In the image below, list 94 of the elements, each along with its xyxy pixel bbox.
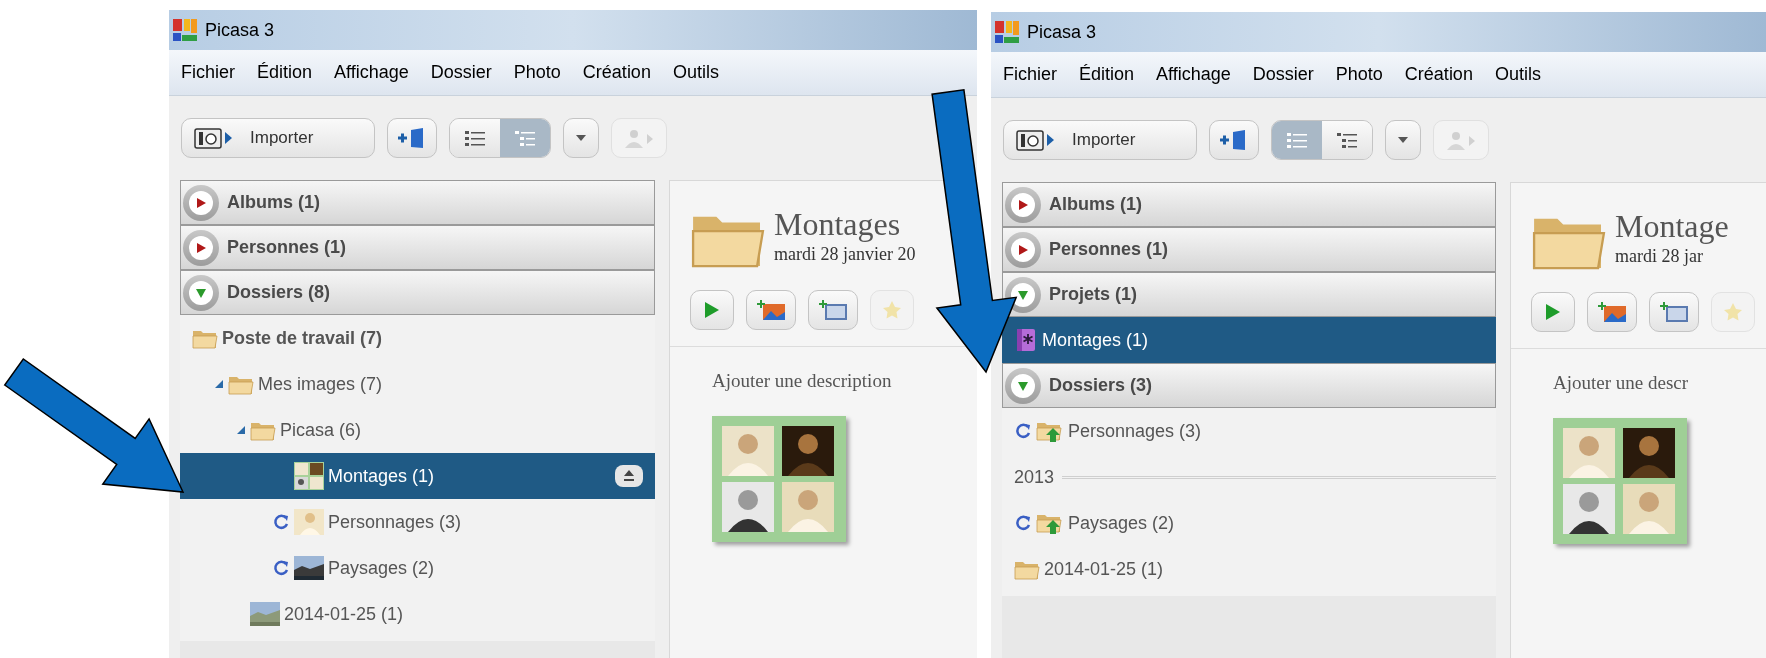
menu-item[interactable]: Dossier bbox=[430, 59, 492, 86]
folder-date: mardi 28 janvier 20 bbox=[774, 242, 916, 266]
add-movie-button[interactable] bbox=[808, 289, 858, 330]
folder-tree-item[interactable]: Mes images (7) bbox=[180, 361, 655, 407]
folder-tree-item[interactable]: 2014-01-25 (1) bbox=[180, 591, 655, 637]
tree-list-icon bbox=[514, 129, 536, 147]
caret-icon bbox=[575, 134, 587, 142]
add-movie-icon bbox=[819, 299, 847, 320]
add-movie-icon bbox=[1660, 301, 1688, 322]
add-album-button[interactable] bbox=[387, 118, 437, 158]
add-photo-icon bbox=[1598, 301, 1626, 322]
dropdown-button[interactable] bbox=[563, 118, 599, 158]
section-label: Albums (1) bbox=[1049, 193, 1142, 216]
folder-tree-item[interactable]: Personnages (3) bbox=[1002, 408, 1496, 454]
description-placeholder[interactable]: Ajouter une descr bbox=[1553, 369, 1766, 398]
menu-item[interactable]: Création bbox=[582, 59, 651, 86]
section-label: Personnes (1) bbox=[227, 236, 347, 259]
upload-button[interactable] bbox=[615, 465, 643, 487]
menu-item[interactable]: Édition bbox=[257, 59, 313, 86]
menu-item[interactable]: Photo bbox=[1335, 61, 1383, 88]
add-album-button[interactable] bbox=[1209, 120, 1259, 160]
eject-icon bbox=[622, 469, 636, 483]
menu-item[interactable]: Édition bbox=[1079, 61, 1135, 88]
section-label: Dossiers (8) bbox=[227, 281, 331, 304]
star-button[interactable] bbox=[1711, 291, 1755, 332]
expand-down-icon bbox=[1005, 276, 1041, 313]
expand-down-icon bbox=[1005, 367, 1041, 404]
folder-tree-item[interactable]: 2014-01-25 (1) bbox=[1002, 546, 1496, 592]
camera-icon bbox=[194, 126, 234, 150]
folder-tree-item[interactable]: Montages (1) bbox=[180, 453, 655, 499]
section-header[interactable]: Albums (1) bbox=[1002, 182, 1496, 227]
play-icon bbox=[704, 300, 720, 319]
list-view-button[interactable] bbox=[450, 119, 500, 157]
play-icon bbox=[1545, 302, 1561, 321]
folder-tree-item[interactable]: Montages (1) bbox=[1002, 317, 1496, 363]
folder-tree-item[interactable]: Picasa (6) bbox=[180, 407, 655, 453]
section-label: Personnes (1) bbox=[1049, 238, 1169, 261]
add-photo-icon bbox=[757, 299, 785, 320]
expand-right-icon bbox=[183, 184, 219, 221]
folder-tree-item[interactable]: Paysages (2) bbox=[180, 545, 655, 591]
window-title: Picasa 3 bbox=[1027, 20, 1097, 44]
year-label: 2013 bbox=[1014, 465, 1055, 489]
section-header[interactable]: Dossiers (8) bbox=[180, 270, 655, 315]
app-logo-icon bbox=[995, 21, 1019, 43]
menu-item[interactable]: Affichage bbox=[334, 59, 409, 86]
caret-icon bbox=[1397, 136, 1409, 144]
menu-item[interactable]: Fichier bbox=[181, 59, 235, 86]
folder-tree-item[interactable]: Paysages (2) bbox=[1002, 500, 1496, 546]
slideshow-button[interactable] bbox=[690, 289, 734, 330]
import-button[interactable]: Importer bbox=[181, 118, 375, 158]
section-header[interactable]: Projets (1) bbox=[1002, 272, 1496, 317]
menu-item[interactable]: Affichage bbox=[1156, 61, 1231, 88]
menu-item[interactable]: Dossier bbox=[1252, 61, 1314, 88]
app-logo-icon bbox=[173, 19, 197, 41]
folder-date: mardi 28 jar bbox=[1615, 244, 1704, 268]
camera-icon bbox=[1016, 128, 1056, 152]
section-header[interactable]: Personnes (1) bbox=[180, 225, 655, 270]
tree-view-button[interactable] bbox=[1322, 121, 1372, 159]
section-header[interactable]: Dossiers (3) bbox=[1002, 363, 1496, 408]
tree-list-icon bbox=[1336, 131, 1358, 149]
slideshow-button[interactable] bbox=[1531, 291, 1575, 332]
section-label: Projets (1) bbox=[1049, 283, 1138, 306]
menu-item[interactable]: Outils bbox=[1494, 61, 1541, 88]
folder-title: Montages bbox=[774, 206, 902, 241]
description-placeholder[interactable]: Ajouter une description bbox=[712, 367, 977, 396]
add-movie-button[interactable] bbox=[1649, 291, 1699, 332]
expanded-triangle-icon[interactable] bbox=[214, 379, 224, 389]
menu-item[interactable]: Fichier bbox=[1003, 61, 1057, 88]
import-button[interactable]: Importer bbox=[1003, 120, 1197, 160]
folder-tree-item[interactable]: Personnages (3) bbox=[180, 499, 655, 545]
menu-item[interactable]: Outils bbox=[672, 59, 719, 86]
section-label: Dossiers (3) bbox=[1049, 374, 1153, 397]
list-icon bbox=[464, 129, 486, 147]
folder-title: Montage bbox=[1615, 208, 1729, 243]
window-title: Picasa 3 bbox=[205, 18, 275, 42]
section-header[interactable]: Personnes (1) bbox=[1002, 227, 1496, 272]
project-icon bbox=[1014, 328, 1038, 352]
section-header[interactable]: Albums (1) bbox=[180, 180, 655, 225]
star-icon bbox=[882, 299, 902, 320]
folder-tree-item[interactable]: Poste de travail (7) bbox=[180, 315, 655, 361]
star-icon bbox=[1723, 301, 1743, 322]
expand-down-icon bbox=[183, 274, 219, 311]
menu-item[interactable]: Photo bbox=[513, 59, 561, 86]
add-photo-button[interactable] bbox=[746, 289, 796, 330]
dropdown-button[interactable] bbox=[1385, 120, 1421, 160]
add-photo-button[interactable] bbox=[1587, 291, 1637, 332]
menu-item[interactable]: Création bbox=[1404, 61, 1473, 88]
expand-right-icon bbox=[183, 229, 219, 266]
expanded-triangle-icon[interactable] bbox=[236, 425, 246, 435]
expand-right-icon bbox=[1005, 186, 1041, 223]
list-icon bbox=[1286, 131, 1308, 149]
expand-right-icon bbox=[1005, 231, 1041, 268]
star-button[interactable] bbox=[870, 289, 914, 330]
section-label: Albums (1) bbox=[227, 191, 320, 214]
